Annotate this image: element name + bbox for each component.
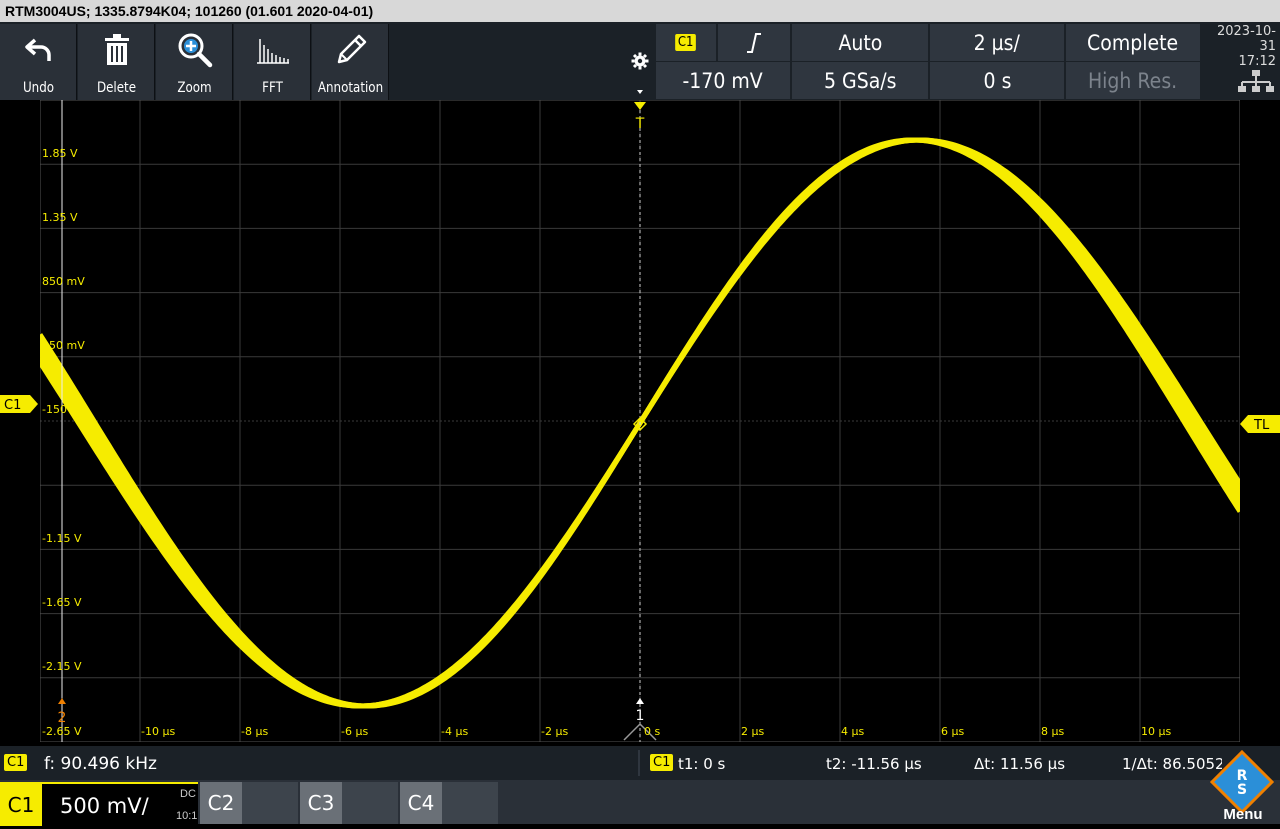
t-label: 6 µs	[941, 725, 965, 738]
divider	[638, 750, 640, 776]
delete-label: Delete	[96, 80, 137, 96]
trigger-level[interactable]: -170 mV	[656, 62, 790, 99]
trigger-marker: T	[635, 116, 645, 132]
measurement-bar: C1 f: 90.496 kHz C1 t1: 0 s t2: -11.56 µ…	[0, 746, 1280, 780]
channel-c1-scale: 500 mV/	[60, 794, 149, 818]
trigger-mode[interactable]: Auto	[792, 24, 928, 61]
timebase[interactable]: 2 µs/	[930, 24, 1064, 61]
acq-state-label: Complete	[1087, 30, 1179, 55]
t1-readout: t1: 0 s	[678, 755, 726, 773]
undo-icon	[0, 32, 77, 68]
date: 2023-10-31	[1216, 24, 1276, 54]
channel-c1-button[interactable]: C1 500 mV/ DC 10:1	[0, 782, 198, 826]
fft-label: FFT	[262, 80, 283, 96]
annotation-label: Annotation	[317, 80, 384, 96]
trigger-level-marker-label: TL	[1253, 418, 1270, 433]
position-label: 0 s	[983, 68, 1011, 93]
channel-c4-name: C4	[400, 782, 442, 824]
menu-label: Menu	[1223, 806, 1263, 823]
trash-icon	[78, 32, 155, 68]
delete-button[interactable]: Delete	[78, 24, 155, 100]
gear-icon	[631, 52, 649, 70]
t-label: 10 µs	[1141, 725, 1172, 738]
cursor-channel-badge: C1	[650, 754, 674, 771]
zoom-button[interactable]: Zoom	[156, 24, 233, 100]
channel-c1-name: C1	[0, 784, 42, 826]
t-label: -8 µs	[241, 725, 269, 738]
trigger-level-label: -170 mV	[682, 68, 764, 93]
datetime: 2023-10-31 17:12	[1204, 24, 1280, 69]
v-label: 850 mV	[42, 275, 85, 288]
waveform-plot[interactable]: T 1 2	[40, 100, 1240, 742]
fft-icon	[234, 32, 311, 68]
t-label: -6 µs	[341, 725, 369, 738]
t-label: 0 s	[644, 725, 661, 738]
trigger-mode-label: Auto	[838, 30, 882, 55]
fft-button[interactable]: FFT	[234, 24, 311, 100]
t2-readout: t2: -11.56 µs	[826, 755, 922, 773]
trigger-source[interactable]: C1	[656, 24, 716, 61]
zoom-icon	[156, 32, 233, 68]
v-label: 1.85 V	[42, 147, 78, 160]
settings-button[interactable]	[626, 24, 654, 100]
v-label: -150	[42, 403, 67, 416]
t-label: -2 µs	[541, 725, 569, 738]
timebase-label: 2 µs/	[973, 30, 1021, 55]
cursor-1-label: 1	[636, 708, 645, 724]
channel-c1-probe: 10:1	[176, 810, 198, 822]
pencil-icon	[312, 32, 389, 68]
network-icon	[1238, 70, 1274, 92]
undo-label: Undo	[22, 80, 55, 96]
acq-mode-label: High Res.	[1088, 68, 1178, 93]
t-label: -10 µs	[141, 725, 176, 738]
v-label: 1.35 V	[42, 211, 78, 224]
menu-button[interactable]: R S Menu	[1206, 749, 1280, 824]
measurement-channel-badge: C1	[4, 754, 28, 771]
t-label: 4 µs	[841, 725, 865, 738]
t-label: -4 µs	[441, 725, 469, 738]
sample-rate-label: 5 GSa/s	[823, 68, 897, 93]
acquisition-state[interactable]: Complete	[1066, 24, 1200, 61]
trigger-source-badge: C1	[675, 34, 697, 51]
horizontal-position[interactable]: 0 s	[930, 62, 1064, 99]
channel-bar: C1 500 mV/ DC 10:1 C2 C3 C4	[0, 780, 1280, 826]
channel-c1-coupling: DC	[180, 788, 196, 800]
acquisition-mode[interactable]: High Res.	[1066, 62, 1200, 99]
waveform-display[interactable]: T 1 2 1.85 V 1.35 V 850 mV 350 mV -150 -…	[0, 100, 1280, 746]
v-label: -2.65 V	[42, 725, 82, 738]
channel-c2-name: C2	[200, 782, 242, 824]
channel-c3-button[interactable]: C3	[300, 782, 398, 824]
zoom-label: Zoom	[177, 80, 212, 96]
frequency-readout: f: 90.496 kHz	[44, 754, 157, 774]
v-label: -2.15 V	[42, 660, 82, 673]
title-bar: RTM3004US; 1335.8794K04; 101260 (01.601 …	[0, 0, 1280, 22]
trigger-level-marker[interactable]: TL	[1240, 415, 1280, 433]
channel-c2-button[interactable]: C2	[200, 782, 298, 824]
cursor-2-label: 2	[58, 710, 67, 726]
channel-offset-marker[interactable]: C1	[0, 395, 38, 413]
channel-c3-name: C3	[300, 782, 342, 824]
channel-offset-label: C1	[4, 398, 21, 413]
rising-edge-icon	[747, 32, 761, 53]
channel-c4-button[interactable]: C4	[400, 782, 498, 824]
annotation-button[interactable]: Annotation	[312, 24, 389, 100]
sample-rate[interactable]: 5 GSa/s	[792, 62, 928, 99]
undo-button[interactable]: Undo	[0, 24, 77, 100]
svg-text:S: S	[1237, 782, 1247, 798]
trigger-slope[interactable]	[718, 24, 790, 61]
v-label: -1.15 V	[42, 532, 82, 545]
v-label: -1.65 V	[42, 596, 82, 609]
t-label: 8 µs	[1041, 725, 1065, 738]
t-label: 2 µs	[741, 725, 765, 738]
v-label: 350 mV	[42, 339, 85, 352]
delta-t-readout: Δt: 11.56 µs	[974, 755, 1066, 773]
chevron-down-icon	[637, 90, 643, 94]
